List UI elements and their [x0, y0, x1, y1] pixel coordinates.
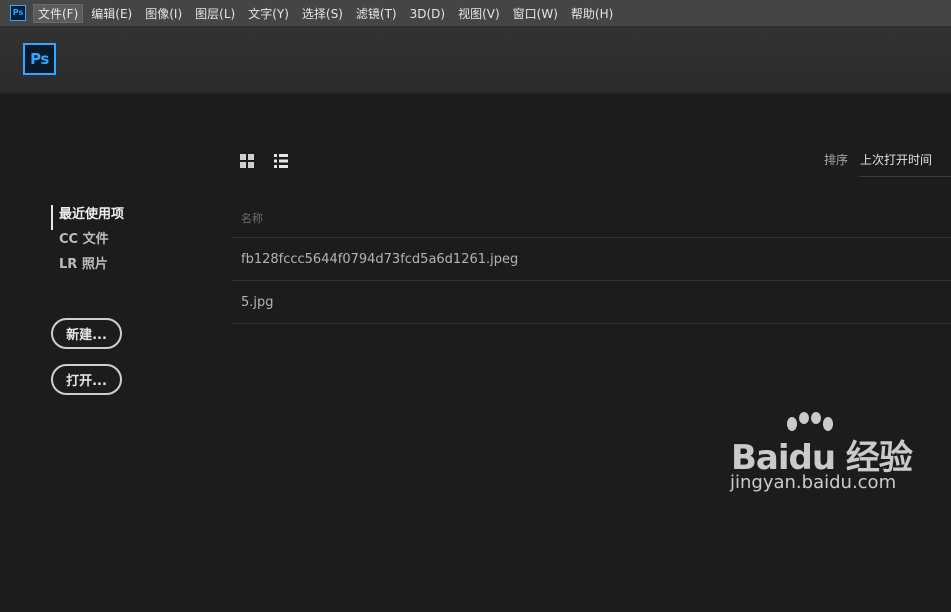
- table-row[interactable]: 5.jpg: [231, 281, 951, 324]
- table-row[interactable]: fb128fccc5644f0794d73fcd5a6d1261.jpeg: [231, 238, 951, 281]
- menu-select[interactable]: 选择(S): [297, 4, 348, 23]
- baidu-jingyan-watermark: Baidu 经验 jingyan.baidu.com: [728, 412, 938, 500]
- menu-3d[interactable]: 3D(D): [405, 4, 450, 23]
- recent-files-table: 名称 fb128fccc5644f0794d73fcd5a6d1261.jpeg…: [231, 205, 951, 324]
- open-button[interactable]: 打开...: [51, 364, 122, 395]
- menu-type[interactable]: 文字(Y): [243, 4, 294, 23]
- sort-dropdown[interactable]: 上次打开时间: [859, 145, 951, 177]
- watermark-url: jingyan.baidu.com: [730, 472, 897, 493]
- sidebar-item-cc-files[interactable]: CC 文件: [51, 230, 124, 255]
- grid-view-icon[interactable]: [240, 154, 254, 168]
- menu-view[interactable]: 视图(V): [453, 4, 505, 23]
- photoshop-app-icon[interactable]: Ps: [10, 5, 26, 21]
- menu-layer[interactable]: 图层(L): [190, 4, 240, 23]
- menu-bar: Ps 文件(F) 编辑(E) 图像(I) 图层(L) 文字(Y) 选择(S) 滤…: [0, 0, 951, 27]
- menu-image[interactable]: 图像(I): [140, 4, 187, 23]
- menu-help[interactable]: 帮助(H): [566, 4, 618, 23]
- sidebar-item-recent[interactable]: 最近使用项: [51, 205, 124, 230]
- start-workspace: 最近使用项 CC 文件 LR 照片 新建... 打开... 排序 上次打开时间 …: [0, 95, 951, 612]
- menu-filter[interactable]: 滤镜(T): [351, 4, 402, 23]
- column-header-name[interactable]: 名称: [231, 205, 951, 238]
- photoshop-logo-icon: Ps: [23, 43, 56, 75]
- list-view-icon[interactable]: [274, 154, 288, 168]
- menu-edit[interactable]: 编辑(E): [86, 4, 137, 23]
- sidebar-item-lr-photos[interactable]: LR 照片: [51, 255, 124, 280]
- start-header: Ps: [0, 27, 951, 94]
- menu-file[interactable]: 文件(F): [33, 3, 84, 23]
- menu-window[interactable]: 窗口(W): [508, 4, 563, 23]
- new-button[interactable]: 新建...: [51, 318, 122, 349]
- sidebar-nav: 最近使用项 CC 文件 LR 照片: [51, 205, 124, 280]
- sort-label: 排序: [824, 153, 849, 167]
